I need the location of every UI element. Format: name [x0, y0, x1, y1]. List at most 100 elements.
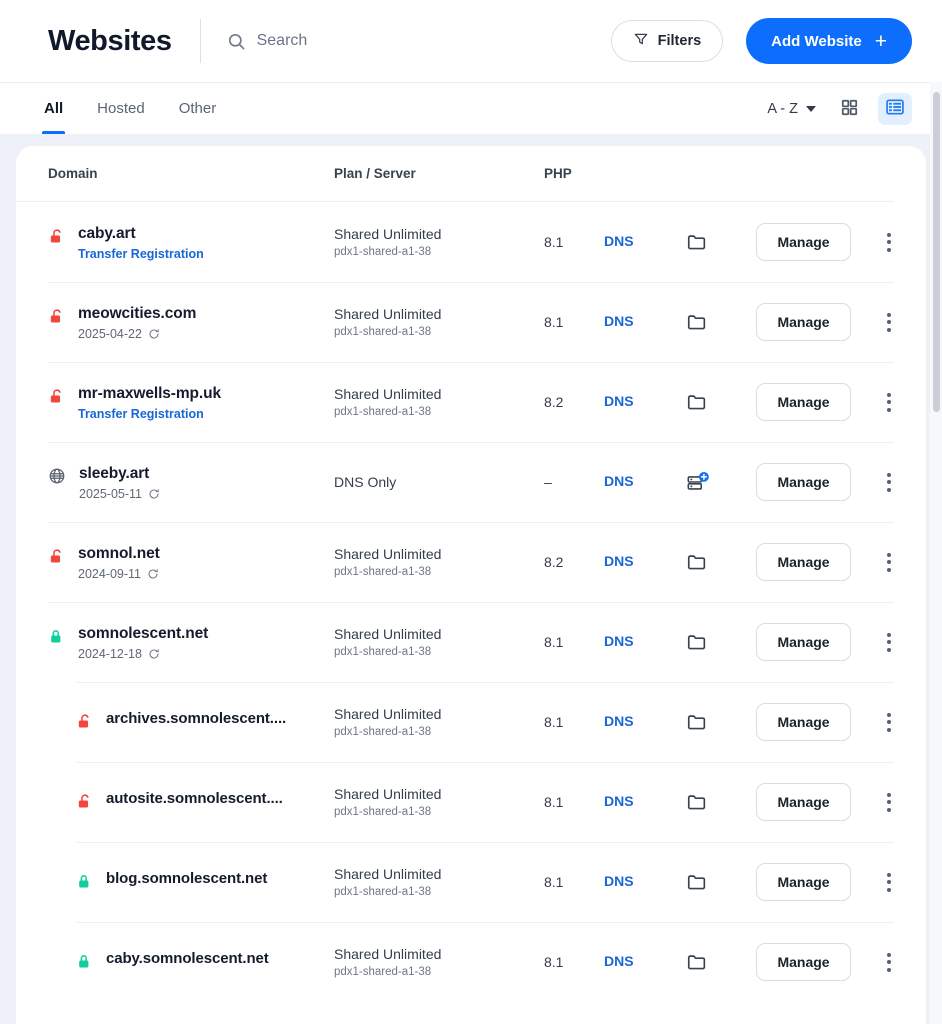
- table-row[interactable]: sleeby.art 2025-05-11 DNS Only – DNS Manage: [16, 442, 926, 522]
- cell-domain: somnol.net 2024-09-11: [48, 543, 334, 581]
- domain-name[interactable]: mr-maxwells-mp.uk: [78, 385, 221, 403]
- manage-button[interactable]: Manage: [756, 463, 851, 501]
- domain-name[interactable]: autosite.somnolescent....: [106, 790, 283, 807]
- manage-button[interactable]: Manage: [756, 303, 851, 341]
- expiry-date: 2024-12-18: [78, 647, 208, 661]
- row-menu-icon[interactable]: [883, 789, 895, 816]
- cell-dns: DNS: [604, 553, 686, 571]
- auto-renew-icon[interactable]: [148, 328, 160, 340]
- plan-name: Shared Unlimited: [334, 226, 442, 242]
- folder-icon[interactable]: [686, 631, 708, 653]
- server-name: pdx1-shared-a1-38: [334, 566, 432, 578]
- grid-view-icon: [840, 98, 859, 120]
- folder-icon[interactable]: [686, 951, 708, 973]
- folder-icon[interactable]: [686, 391, 708, 413]
- manage-button[interactable]: Manage: [756, 783, 851, 821]
- cell-domain: somnolescent.net 2024-12-18: [48, 623, 334, 661]
- table-row[interactable]: somnol.net 2024-09-11 Shared Unlimited pdx1…: [16, 522, 926, 602]
- server-name: pdx1-shared-a1-38: [334, 726, 432, 738]
- domain-name[interactable]: caby.somnolescent.net: [106, 950, 269, 967]
- dns-link[interactable]: DNS: [604, 313, 634, 329]
- row-menu-icon[interactable]: [883, 309, 895, 336]
- lock-closed-icon: [76, 870, 93, 896]
- transfer-registration-link[interactable]: Transfer Registration: [78, 247, 204, 261]
- folder-icon[interactable]: [686, 311, 708, 333]
- list-view-button[interactable]: [878, 92, 912, 125]
- domain-name[interactable]: somnolescent.net: [78, 625, 208, 643]
- dns-link[interactable]: DNS: [604, 873, 634, 889]
- lock-open-icon: [48, 385, 65, 411]
- dns-link[interactable]: DNS: [604, 953, 634, 969]
- row-menu-icon[interactable]: [883, 389, 895, 416]
- dns-link[interactable]: DNS: [604, 473, 634, 489]
- cell-dns: DNS: [604, 393, 686, 411]
- row-divider: [48, 362, 894, 363]
- cell-manage: Manage: [756, 863, 866, 901]
- auto-renew-icon[interactable]: [148, 488, 160, 500]
- manage-button[interactable]: Manage: [756, 383, 851, 421]
- server-name: pdx1-shared-a1-38: [334, 326, 432, 338]
- table-row[interactable]: somnolescent.net 2024-12-18 Shared Unlimit…: [16, 602, 926, 682]
- tab-hosted[interactable]: Hosted: [97, 83, 145, 134]
- filter-funnel-icon: [633, 31, 649, 51]
- dns-link[interactable]: DNS: [604, 633, 634, 649]
- server-name: pdx1-shared-a1-38: [334, 806, 432, 818]
- manage-button[interactable]: Manage: [756, 543, 851, 581]
- table-row[interactable]: blog.somnolescent.net Shared Unlimited pdx…: [16, 842, 926, 922]
- server-add-icon[interactable]: [686, 470, 710, 494]
- table-row[interactable]: archives.somnolescent.... Shared Unlimite…: [16, 682, 926, 762]
- domain-text: autosite.somnolescent....: [106, 790, 283, 807]
- folder-icon[interactable]: [686, 551, 708, 573]
- manage-button[interactable]: Manage: [756, 623, 851, 661]
- table-row[interactable]: caby.somnolescent.net Shared Unlimited pdx…: [16, 922, 926, 1002]
- domain-name[interactable]: caby.art: [78, 225, 204, 243]
- cell-file-action: [686, 391, 756, 413]
- table-row[interactable]: caby.art Transfer Registration Shared Unli…: [16, 202, 926, 282]
- row-menu-icon[interactable]: [883, 949, 895, 976]
- tab-all[interactable]: All: [41, 83, 66, 134]
- search-field[interactable]: Search: [227, 32, 611, 51]
- dns-link[interactable]: DNS: [604, 393, 634, 409]
- manage-button[interactable]: Manage: [756, 943, 851, 981]
- auto-renew-icon[interactable]: [147, 568, 159, 580]
- tab-other[interactable]: Other: [179, 83, 217, 134]
- folder-icon[interactable]: [686, 711, 708, 733]
- manage-button[interactable]: Manage: [756, 223, 851, 261]
- add-website-button[interactable]: Add Website +: [746, 18, 912, 64]
- grid-view-button[interactable]: [832, 93, 866, 125]
- dns-link[interactable]: DNS: [604, 553, 634, 569]
- folder-icon[interactable]: [686, 791, 708, 813]
- table-row[interactable]: mr-maxwells-mp.uk Transfer Registration Sh…: [16, 362, 926, 442]
- row-menu-icon[interactable]: [883, 709, 895, 736]
- row-menu-icon[interactable]: [883, 629, 895, 656]
- row-menu-icon[interactable]: [883, 229, 895, 256]
- table-row[interactable]: meowcities.com 2025-04-22 Shared Unlimited…: [16, 282, 926, 362]
- websites-card: Domain Plan / Server PHP caby.art Transfe…: [16, 146, 926, 1024]
- row-menu-icon[interactable]: [883, 869, 895, 896]
- domain-name[interactable]: blog.somnolescent.net: [106, 870, 267, 887]
- domain-text: mr-maxwells-mp.uk Transfer Registration: [78, 385, 221, 421]
- domain-name[interactable]: meowcities.com: [78, 305, 196, 323]
- auto-renew-icon[interactable]: [148, 648, 160, 660]
- row-menu-icon[interactable]: [883, 469, 895, 496]
- folder-icon[interactable]: [686, 231, 708, 253]
- domain-name[interactable]: somnol.net: [78, 545, 160, 563]
- table-row[interactable]: autosite.somnolescent.... Shared Unlimite…: [16, 762, 926, 842]
- domain-text: caby.somnolescent.net: [106, 950, 269, 967]
- dns-link[interactable]: DNS: [604, 793, 634, 809]
- plan-name: Shared Unlimited: [334, 866, 442, 882]
- row-menu-icon[interactable]: [883, 549, 895, 576]
- manage-button[interactable]: Manage: [756, 863, 851, 901]
- sort-dropdown[interactable]: A - Z: [763, 95, 820, 123]
- domain-name[interactable]: archives.somnolescent....: [106, 710, 286, 727]
- transfer-registration-link[interactable]: Transfer Registration: [78, 407, 221, 421]
- scrollbar-thumb[interactable]: [933, 92, 940, 412]
- dns-link[interactable]: DNS: [604, 233, 634, 249]
- cell-dns: DNS: [604, 473, 686, 491]
- manage-button[interactable]: Manage: [756, 703, 851, 741]
- folder-icon[interactable]: [686, 871, 708, 893]
- scrollbar-track[interactable]: [930, 82, 942, 1024]
- domain-name[interactable]: sleeby.art: [79, 465, 160, 483]
- filters-button[interactable]: Filters: [610, 20, 724, 62]
- dns-link[interactable]: DNS: [604, 713, 634, 729]
